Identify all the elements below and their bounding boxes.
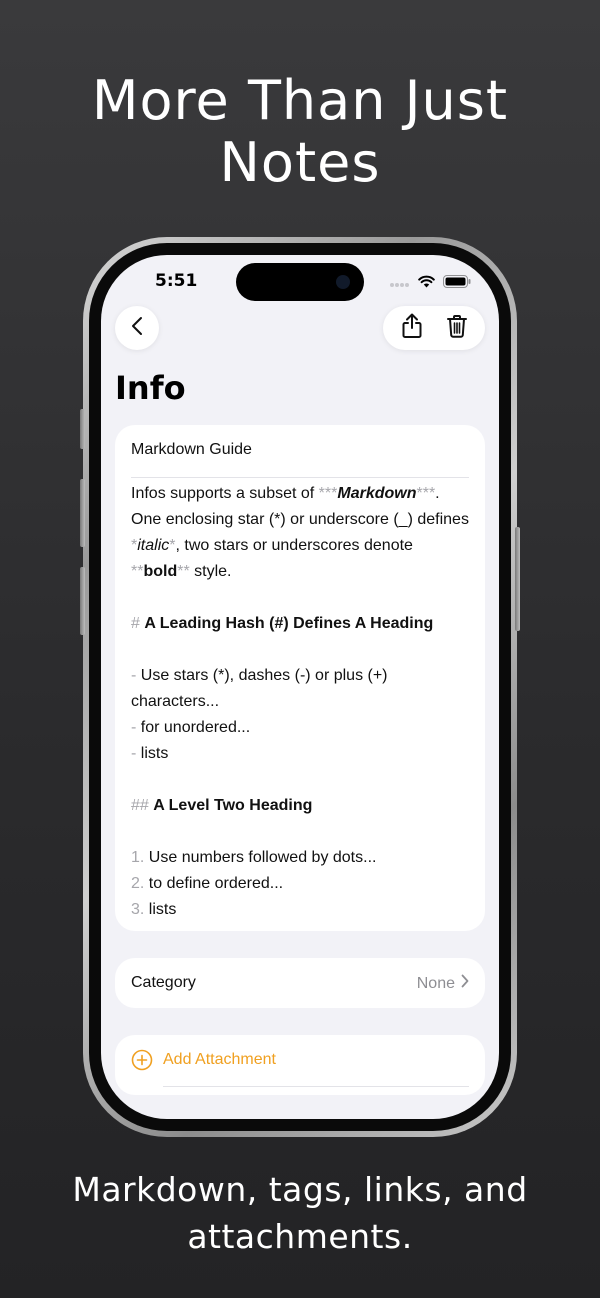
list-item: - lists	[131, 745, 169, 762]
phone-volume-down-button	[80, 567, 85, 635]
tagline-line-2: attachments.	[187, 1217, 413, 1256]
note-heading-2: ## A Level Two Heading	[131, 797, 313, 814]
note-heading-1: # A Leading Hash (#) Defines A Heading	[131, 615, 434, 632]
tagline: Markdown, tags, links, and attachments.	[0, 1166, 600, 1260]
attachment-row[interactable]: Add Attachment	[115, 1035, 485, 1095]
phone-frame: 5:51 Info Markdown Guide Infos supports …	[80, 237, 520, 1137]
headline-line-1: More Than Just	[91, 69, 509, 132]
status-time: 5:51	[155, 271, 198, 291]
category-value: None	[417, 974, 469, 993]
chevron-left-icon	[131, 316, 143, 340]
phone-volume-up-button	[80, 479, 85, 547]
note-divider	[131, 477, 469, 478]
delete-button[interactable]	[446, 314, 468, 342]
note-editor[interactable]: Markdown Guide Infos supports a subset o…	[115, 425, 485, 931]
add-attachment-button[interactable]: Add Attachment	[163, 1051, 276, 1069]
tagline-line-1: Markdown, tags, links, and	[72, 1170, 528, 1209]
share-icon	[402, 313, 422, 338]
attachment-divider	[163, 1086, 469, 1087]
phone-side-button	[515, 527, 520, 631]
page-title: Info	[115, 369, 186, 407]
headline: More Than Just Notes	[0, 70, 600, 194]
phone-action-button	[80, 409, 85, 449]
phone-screen: 5:51 Info Markdown Guide Infos supports …	[101, 255, 499, 1119]
note-actions	[383, 306, 485, 350]
list-item: - for unordered...	[131, 719, 251, 736]
status-icons	[390, 273, 471, 292]
list-item: - Use stars (*), dashes (-) or plus (+) …	[131, 667, 388, 710]
category-row[interactable]: Category None	[115, 958, 485, 1008]
signal-icon	[390, 273, 410, 292]
back-button[interactable]	[115, 306, 159, 350]
list-item: 1. Use numbers followed by dots...	[131, 849, 377, 866]
chevron-right-icon	[461, 974, 469, 993]
headline-line-2: Notes	[219, 131, 381, 194]
note-title-field[interactable]: Markdown Guide	[131, 441, 252, 459]
plus-circle-icon	[131, 1049, 153, 1075]
camera-icon	[336, 275, 350, 289]
list-item: 3. lists	[131, 901, 177, 918]
note-body-text[interactable]: Infos supports a subset of ***Markdown**…	[131, 481, 473, 923]
category-label: Category	[131, 974, 196, 991]
battery-icon	[443, 273, 471, 292]
share-button[interactable]	[400, 313, 424, 343]
dynamic-island	[236, 263, 364, 301]
list-item: 2. to define ordered...	[131, 875, 284, 892]
note-paragraph: Infos supports a subset of ***Markdown**…	[131, 485, 469, 580]
wifi-icon	[418, 273, 435, 292]
trash-icon	[447, 315, 467, 338]
